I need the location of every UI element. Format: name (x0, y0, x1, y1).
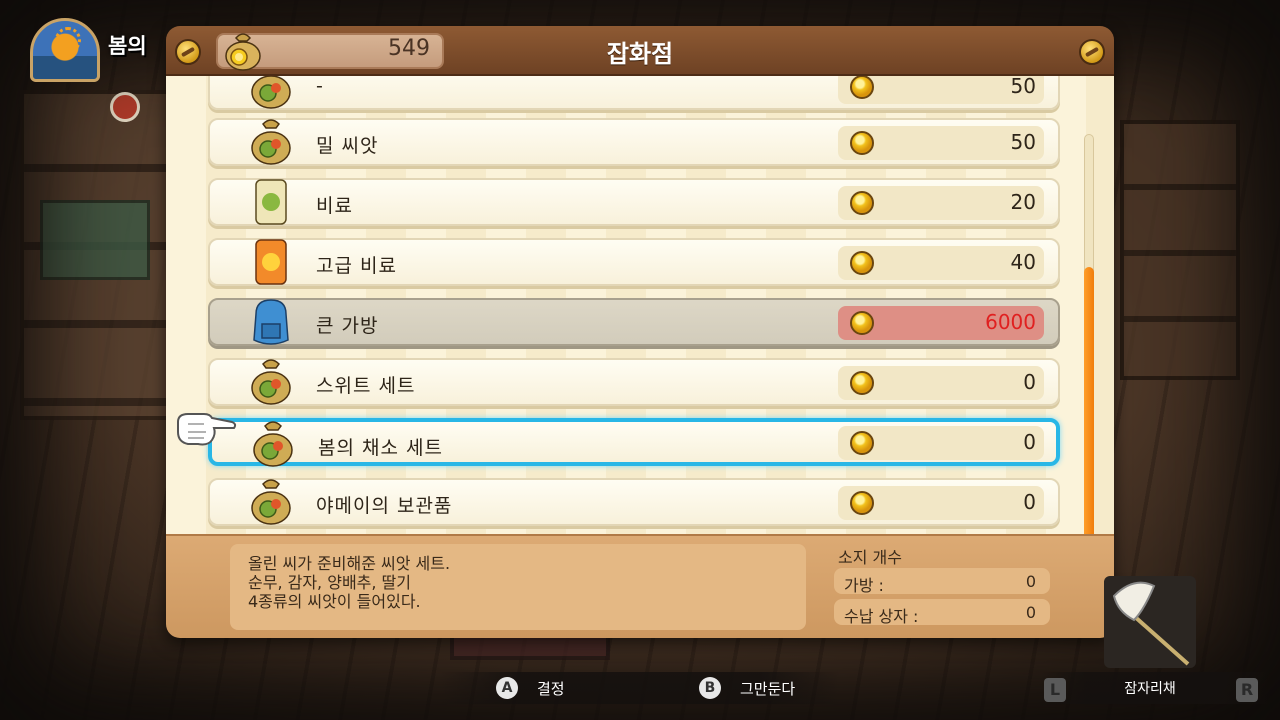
general-store-window: 549 잡화점 - 50 밀 씨앗 50 비료 20 고급 비료 40 큰 가방 6000 스위트 … (166, 26, 1114, 638)
gold-coin-icon (850, 431, 874, 455)
money-bag-icon (225, 33, 261, 71)
shop-item-name: 스위트 세트 (316, 375, 416, 397)
shop-item-name: 봄의 채소 세트 (318, 437, 443, 459)
shop-item-price: 0 (1023, 370, 1036, 394)
seed-bag-icon (251, 76, 291, 109)
shop-item-price-box: 50 (838, 76, 1044, 104)
shop-item-price: 0 (1023, 490, 1036, 514)
shop-item-row[interactable]: 밀 씨앗 50 (208, 118, 1060, 166)
gold-coin-icon (850, 251, 874, 275)
shop-item-price-box: 0 (838, 366, 1044, 400)
shop-item-name: 야메이의 보관품 (316, 495, 453, 517)
list-scrollbar[interactable] (1084, 134, 1094, 534)
owned-storage-label: 수납 상자 : (844, 607, 919, 626)
shop-shelf-right (1120, 120, 1240, 380)
pointing-hand-cursor-icon (177, 413, 237, 446)
shop-item-row[interactable]: 야메이의 보관품 0 (208, 478, 1060, 526)
season-weather-badge (30, 18, 100, 82)
wall-clock (110, 92, 140, 122)
shop-title: 잡화점 (606, 40, 674, 68)
shop-item-price: 20 (1010, 190, 1036, 214)
gold-coin-icon (850, 371, 874, 395)
item-detail-panel: 올린 씨가 준비해준 씨앗 세트. 순무, 감자, 양배추, 딸기 4종류의 씨… (166, 534, 1114, 638)
shop-header: 549 잡화점 (166, 26, 1114, 76)
shop-item-row[interactable]: 봄의 채소 세트 0 (208, 418, 1060, 467)
owned-bag-label: 가방 : (844, 576, 884, 595)
sun-icon (55, 27, 81, 53)
shop-item-row[interactable]: 스위트 세트 0 (208, 358, 1060, 406)
owned-in-storage: 수납 상자 : 0 (834, 599, 1050, 626)
shop-item-name: 밀 씨앗 (316, 135, 379, 157)
fertilizer-icon (255, 179, 287, 225)
header-bolt-right-icon (1079, 39, 1105, 65)
gold-coin-icon (850, 491, 874, 515)
shop-item-row[interactable]: 고급 비료 40 (208, 238, 1060, 286)
seed-bag-icon (251, 359, 291, 405)
shop-item-price-box: 6000 (838, 306, 1044, 340)
shop-item-price-box: 20 (838, 186, 1044, 220)
item-description-line: 4종류의 씨앗이 들어있다. (248, 592, 421, 611)
seed-bag-icon (253, 421, 293, 467)
seed-bag-icon (251, 479, 291, 525)
header-bolt-left-icon (175, 39, 201, 65)
shop-item-name: 큰 가방 (316, 315, 379, 337)
money-value: 549 (388, 36, 430, 61)
equipped-tool-slot (1104, 576, 1196, 668)
shop-item-price-box: 40 (838, 246, 1044, 280)
shop-item-price: 50 (1010, 76, 1036, 98)
item-description-box: 올린 씨가 준비해준 씨앗 세트. 순무, 감자, 양배추, 딸기 4종류의 씨… (230, 544, 806, 630)
bug-net-icon (1112, 581, 1190, 666)
shop-counter (40, 200, 150, 280)
gold-coin-icon (850, 76, 874, 99)
shop-item-price-box: 0 (838, 426, 1044, 460)
gold-coin-icon (850, 311, 874, 335)
cancel-hint-label[interactable]: 그만둔다 (740, 678, 795, 699)
confirm-hint-label[interactable]: 결정 (537, 678, 565, 699)
shop-item-row[interactable]: - 50 (208, 76, 1060, 110)
b-button-icon: B (699, 677, 721, 699)
a-button-icon: A (496, 677, 518, 699)
backpack-icon (253, 299, 289, 345)
owned-storage-value: 0 (1025, 603, 1036, 622)
item-list: -50 밀 씨앗 50 비료 20 고급 비료 40 큰 가방 6000 스위트 세트 0 봄의 채소… (166, 76, 1114, 534)
gold-coin-icon (850, 191, 874, 215)
owned-in-bag: 가방 : 0 (834, 568, 1050, 595)
shop-item-name: - (316, 76, 324, 97)
shop-item-row[interactable]: 큰 가방 6000 (208, 298, 1060, 346)
shop-item-price-box: 50 (838, 126, 1044, 160)
shop-item-price: 40 (1010, 250, 1036, 274)
shop-item-name: 비료 (316, 195, 353, 217)
equipped-tool-label: 잠자리채 (1124, 681, 1176, 697)
shop-item-name: 고급 비료 (316, 255, 397, 277)
premium-fertilizer-icon (255, 239, 287, 285)
owned-count-title: 소지 개수 (838, 548, 902, 567)
shop-item-price: 0 (1023, 430, 1036, 454)
season-label: 봄의 (108, 34, 147, 58)
shop-item-price-box: 0 (838, 486, 1044, 520)
r-button-icon[interactable]: R (1236, 678, 1258, 702)
shop-item-price: 6000 (985, 310, 1036, 334)
shop-item-row[interactable]: 비료 20 (208, 178, 1060, 226)
seed-bag-icon (251, 119, 291, 165)
owned-bag-value: 0 (1025, 572, 1036, 591)
l-button-icon[interactable]: L (1044, 678, 1066, 702)
shop-item-price: 50 (1010, 130, 1036, 154)
gold-coin-icon (850, 131, 874, 155)
list-scrollbar-thumb[interactable] (1084, 267, 1094, 534)
